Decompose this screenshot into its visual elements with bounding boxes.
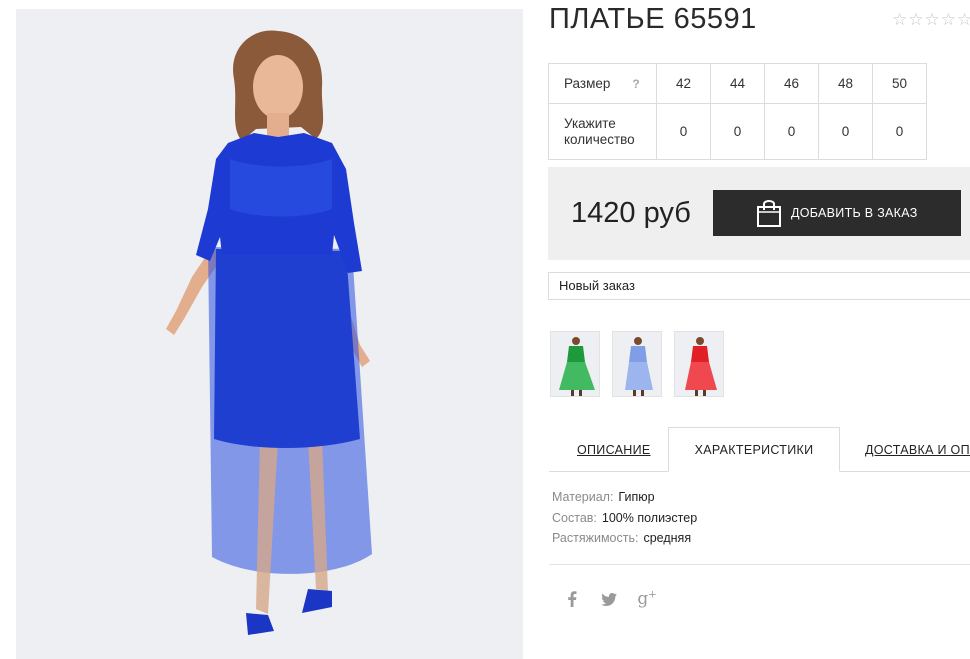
spec-value: Гипюр	[618, 490, 655, 504]
spec-key: Состав:	[552, 511, 597, 525]
quantity-row: Укажите количество 0 0 0 0 0	[548, 103, 927, 160]
quantity-input[interactable]: 0	[710, 103, 765, 160]
star-icon[interactable]: ☆	[957, 11, 970, 28]
color-variant-thumbnail-red[interactable]	[674, 331, 724, 397]
price: 1420 руб	[571, 197, 691, 229]
spec-composition: Состав: 100% полиэстер	[552, 511, 697, 525]
size-cell: 46	[764, 63, 819, 104]
add-to-order-label: ДОБАВИТЬ В ЗАКАЗ	[791, 206, 918, 220]
spec-material: Материал: Гипюр	[552, 490, 655, 504]
size-cell: 50	[872, 63, 927, 104]
star-icon[interactable]: ☆	[941, 11, 956, 28]
spec-value: 100% полиэстер	[601, 511, 698, 525]
color-variant-thumbnail-green[interactable]	[550, 331, 600, 397]
quantity-input[interactable]: 0	[656, 103, 711, 160]
spec-stretch: Растяжимость: средняя	[552, 531, 691, 545]
star-icon[interactable]: ☆	[925, 11, 940, 28]
size-cell: 44	[710, 63, 765, 104]
tab-delivery-payment[interactable]: ДОСТАВКА И ОПЛ	[865, 443, 970, 457]
size-label-cell: Размер?	[548, 63, 657, 104]
size-label: Размер	[564, 75, 611, 91]
tab-description[interactable]: ОПИСАНИЕ	[577, 443, 651, 457]
google-plus-icon[interactable]: g+	[636, 588, 658, 610]
spec-key: Растяжимость:	[552, 531, 639, 545]
dress-model-illustration	[166, 30, 372, 635]
color-variant-thumbnail-light-blue[interactable]	[612, 331, 662, 397]
green-dress-thumbnail-image	[559, 337, 595, 396]
rating-stars[interactable]: ☆ ☆ ☆ ☆ ☆	[892, 11, 970, 28]
quantity-input[interactable]: 0	[818, 103, 873, 160]
order-select[interactable]: Новый заказ	[548, 272, 970, 300]
twitter-icon[interactable]	[598, 588, 620, 610]
product-main-photo[interactable]	[16, 9, 523, 659]
size-cell: 48	[818, 63, 873, 104]
red-dress-thumbnail-image	[685, 337, 717, 396]
add-to-order-button[interactable]: ДОБАВИТЬ В ЗАКАЗ	[713, 190, 961, 236]
price-panel: 1420 руб ДОБАВИТЬ В ЗАКАЗ	[548, 167, 970, 260]
quantity-input[interactable]: 0	[872, 103, 927, 160]
shopping-bag-icon	[756, 198, 782, 228]
facebook-icon[interactable]	[561, 588, 583, 610]
light-blue-dress-thumbnail-image	[625, 337, 653, 396]
product-title: ПЛАТЬЕ 65591	[549, 3, 757, 35]
spec-value: средняя	[643, 531, 692, 545]
quantity-label: Укажите количество	[548, 103, 657, 160]
tab-characteristics[interactable]: ХАРАКТЕРИСТИКИ	[668, 427, 840, 472]
size-help-icon[interactable]: ?	[632, 77, 639, 91]
size-cell: 42	[656, 63, 711, 104]
star-icon[interactable]: ☆	[892, 11, 907, 28]
size-quantity-table: Размер? 42 44 46 48 50 Укажите количеств…	[548, 63, 927, 160]
star-icon[interactable]: ☆	[908, 11, 923, 28]
size-row: Размер? 42 44 46 48 50	[548, 63, 927, 104]
spec-key: Материал:	[552, 490, 614, 504]
social-divider	[549, 564, 970, 565]
quantity-input[interactable]: 0	[764, 103, 819, 160]
